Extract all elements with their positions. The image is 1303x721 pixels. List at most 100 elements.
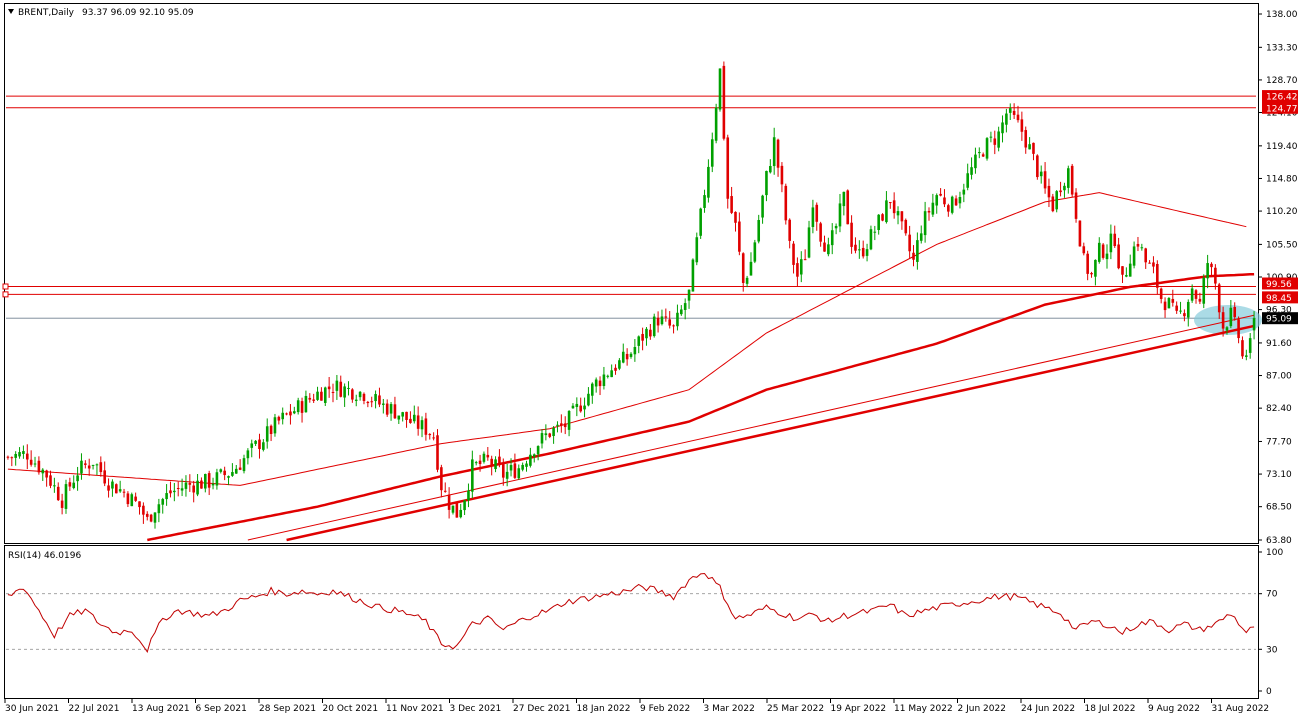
time-tick-label: 24 Jun 2022 — [1021, 704, 1075, 714]
candle-body — [664, 316, 668, 318]
candle-body — [428, 434, 432, 436]
candle-body — [184, 482, 188, 489]
time-tick-label: 3 Dec 2021 — [450, 704, 502, 714]
candle-body — [598, 380, 602, 387]
candle-body — [467, 490, 470, 501]
candle-body — [289, 411, 292, 416]
candle-body — [486, 454, 490, 458]
candle-body — [366, 401, 370, 404]
candle-body — [869, 229, 873, 250]
candle-body — [370, 401, 374, 403]
candle-body — [474, 462, 478, 464]
candle-body — [327, 386, 331, 390]
price-tick-label: 68.50 — [1266, 503, 1292, 513]
candle-body — [947, 205, 950, 212]
candle-body — [1012, 110, 1016, 115]
candle-body — [223, 470, 226, 476]
candle-body — [610, 370, 613, 378]
candle-body — [1140, 247, 1144, 249]
price-tick-label: 63.80 — [1266, 536, 1292, 546]
candle-body — [1051, 196, 1055, 212]
candle-body — [1245, 355, 1248, 357]
candle-body — [881, 214, 884, 221]
candle-body — [1001, 122, 1004, 134]
candle-body — [896, 211, 900, 216]
candle-body — [753, 242, 757, 262]
candle-body — [699, 208, 702, 236]
candle-body — [757, 220, 761, 242]
candle-body — [378, 395, 381, 405]
price-tick-label: 119.40 — [1266, 142, 1298, 152]
time-tick-label: 6 Sep 2021 — [196, 704, 247, 714]
candle-body — [633, 346, 637, 355]
candle-body — [211, 483, 215, 486]
candle-body — [1159, 288, 1163, 299]
candle-body — [1078, 220, 1082, 247]
candle-body — [660, 316, 664, 325]
candle-body — [1008, 108, 1012, 113]
candle-body — [1148, 262, 1151, 264]
candle-body — [1214, 267, 1217, 284]
candle-body — [482, 453, 486, 462]
candle-body — [560, 423, 563, 426]
current-price-label: 95.09 — [1266, 315, 1292, 325]
candle-body — [463, 500, 466, 511]
candle-body — [281, 412, 285, 420]
candle-body — [602, 374, 606, 386]
candle-body — [923, 211, 927, 236]
candle-body — [22, 451, 25, 454]
time-tick-label: 20 Oct 2021 — [323, 704, 379, 714]
time-tick-label: 9 Aug 2022 — [1148, 704, 1200, 714]
candle-body — [591, 383, 594, 396]
candle-body — [989, 136, 993, 138]
candle-body — [227, 476, 230, 478]
candle-body — [262, 442, 265, 450]
candle-body — [803, 259, 807, 261]
candle-body — [41, 469, 45, 474]
candle-body — [351, 389, 354, 400]
candle-body — [1028, 144, 1031, 150]
candle-body — [14, 453, 17, 458]
candle-body — [738, 221, 741, 252]
candle-body — [730, 196, 733, 213]
symbol-label: BRENT,Daily — [18, 8, 75, 18]
candle-body — [958, 196, 962, 204]
candle-body — [726, 137, 730, 199]
candle-body — [861, 247, 865, 257]
time-tick-label: 11 May 2022 — [894, 704, 953, 714]
candle-body — [397, 415, 401, 420]
time-tick-label: 3 Mar 2022 — [704, 704, 755, 714]
level-price-label: 99.56 — [1266, 280, 1292, 290]
candle-body — [358, 391, 362, 398]
candle-body — [490, 458, 493, 467]
candle-body — [672, 325, 675, 327]
candle-body — [49, 475, 52, 486]
candle-body — [912, 252, 915, 260]
candle-body — [478, 460, 482, 465]
candle-body — [122, 491, 126, 493]
price-tick-label: 105.50 — [1266, 240, 1298, 250]
candle-body — [974, 154, 977, 169]
candle-body — [1055, 191, 1058, 210]
candle-body — [6, 456, 10, 458]
candle-body — [420, 420, 424, 430]
candle-body — [745, 277, 749, 284]
candle-body — [1198, 298, 1202, 302]
candle-body — [447, 494, 451, 510]
candle-body — [126, 493, 130, 505]
candle-body — [784, 185, 788, 221]
candle-body — [1043, 171, 1047, 189]
candle-body — [722, 65, 726, 139]
candle-body — [641, 333, 644, 341]
candle-body — [625, 353, 629, 360]
candle-body — [799, 259, 803, 275]
candle-body — [331, 392, 335, 394]
candle-body — [618, 360, 621, 369]
candle-body — [1171, 298, 1175, 303]
time-tick-label: 27 Dec 2021 — [513, 704, 571, 714]
candle-body — [1063, 185, 1066, 191]
candle-body — [389, 404, 393, 414]
candle-body — [505, 471, 509, 479]
candle-body — [471, 459, 474, 492]
candle-body — [1121, 266, 1124, 275]
